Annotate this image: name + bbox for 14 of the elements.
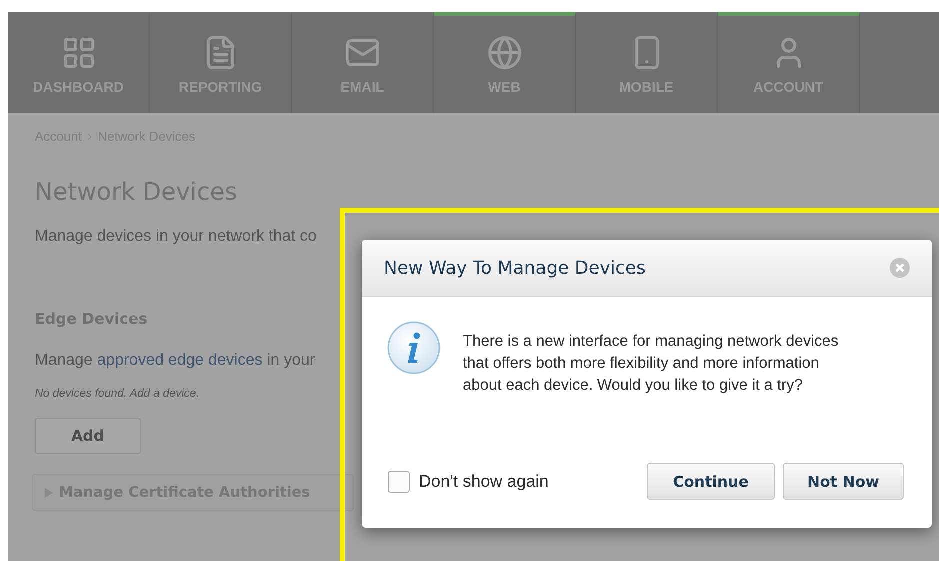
globe-icon [486,34,522,70]
section-text: Manage approved edge devices in your [35,352,316,370]
page-description: Manage devices in your network that co [35,228,317,246]
edge-devices-link[interactable]: approved edge devices [97,352,263,369]
info-icon [387,321,441,375]
checkbox-label: Don't show again [419,472,549,492]
empty-note: No devices found. Add a device. [35,388,200,400]
close-icon[interactable] [890,258,910,278]
checkbox[interactable] [388,470,410,492]
dialog-button[interactable]: Continue [647,463,775,500]
dialog-button[interactable]: Not Now [783,463,904,500]
add-button[interactable]: Add [35,418,141,454]
dialog-message: There is a new interface for managing network devices that offers both more flexibility and more information about each device. Would you like to give it a try? [463,332,840,396]
dialog-title: New Way To Manage Devices [384,258,646,278]
